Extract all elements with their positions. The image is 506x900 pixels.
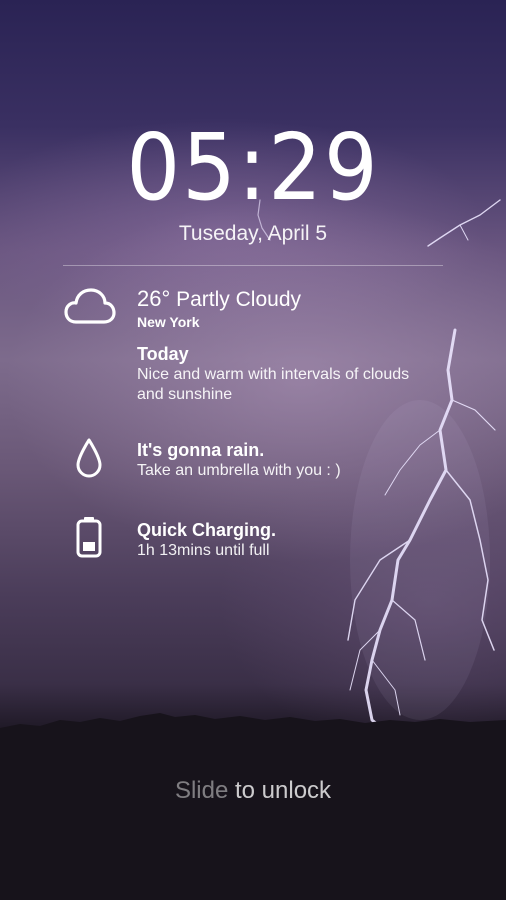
- weather-summary: 26° Partly Cloudy: [137, 285, 301, 314]
- clock-time: 05:29: [126, 114, 380, 221]
- lock-screen: 05:29 Tuseday, April 5 26° Partly Cloudy…: [0, 0, 506, 900]
- rain-alert-title: It's gonna rain.: [137, 440, 265, 460]
- forecast-description: Nice and warm with intervals of clouds a…: [137, 366, 410, 403]
- date-label: Tuseday, April 5: [178, 222, 328, 245]
- cloud-icon: [64, 288, 116, 324]
- unlock-prefix: Slide: [174, 777, 229, 804]
- charging-title: Quick Charging.: [137, 520, 277, 540]
- unlock-suffix: to unlock: [228, 777, 332, 804]
- charging-status: 1h 13mins until full: [137, 542, 270, 559]
- battery-icon: [76, 517, 102, 558]
- rain-alert-message: Take an umbrella with you : ): [137, 462, 341, 479]
- divider: [63, 265, 443, 266]
- weather-condition: Partly Cloudy: [176, 288, 302, 311]
- temperature: 26°: [137, 286, 171, 311]
- forecast-title: Today: [137, 344, 189, 364]
- raindrop-icon: [76, 438, 102, 478]
- city-label: New York: [137, 314, 200, 330]
- slide-to-unlock[interactable]: Slide to unlock: [0, 776, 506, 806]
